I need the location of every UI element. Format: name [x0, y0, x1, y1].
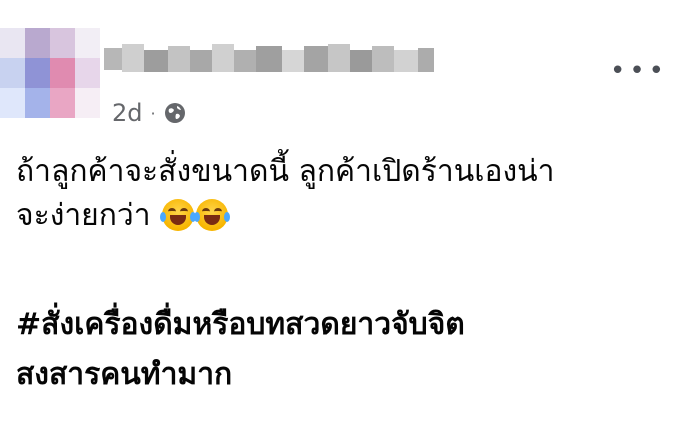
tears-of-joy-emoji-icon [194, 199, 231, 231]
meta-separator: · [150, 103, 156, 123]
hashtag-line: สงสารคนทำมาก [16, 357, 233, 392]
post-timestamp[interactable]: 2d [112, 99, 143, 127]
hashtag-block[interactable]: #สั่งเครื่องดื่มหรือบทสวดยาวจับจิต สงสาร… [16, 300, 686, 400]
author-name-blurred[interactable] [104, 40, 434, 78]
emoji-group [160, 199, 231, 231]
post-body-text: จะง่ายกว่า [16, 198, 151, 233]
post-body-line: ถ้าลูกค้าจะสั่งขนาดนี้ ลูกค้าเปิดร้านเอง… [16, 154, 555, 189]
more-options-icon[interactable]: ••• [610, 58, 668, 84]
hashtag-line[interactable]: #สั่งเครื่องดื่มหรือบทสวดยาวจับจิต [16, 300, 686, 350]
post-meta: 2d · [112, 97, 186, 129]
tears-of-joy-emoji-icon [160, 199, 197, 231]
post-body: ถ้าลูกค้าจะสั่งขนาดนี้ ลูกค้าเปิดร้านเอง… [16, 150, 686, 238]
globe-icon[interactable] [164, 102, 186, 124]
author-avatar[interactable] [0, 28, 100, 118]
post-body-line: จะง่ายกว่า [16, 194, 686, 238]
